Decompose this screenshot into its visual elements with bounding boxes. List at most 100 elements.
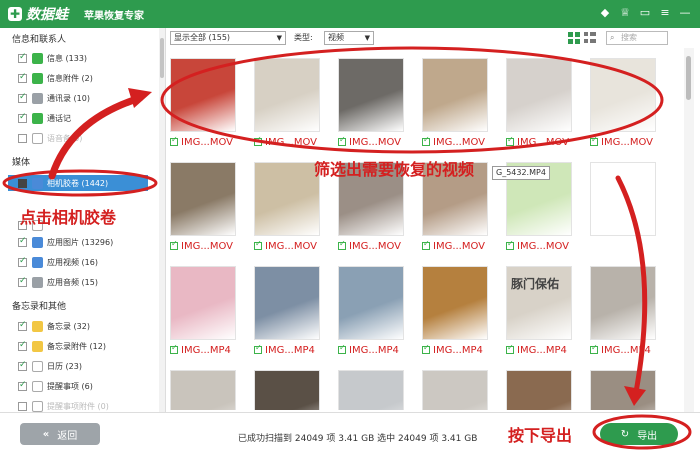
media-tile[interactable] [338, 370, 404, 410]
media-thumbnail[interactable] [170, 162, 236, 236]
checkbox[interactable] [18, 52, 27, 63]
list-view-icon[interactable] [584, 32, 596, 44]
export-button[interactable]: ↻ 导出 [600, 423, 678, 445]
media-thumbnail[interactable] [338, 266, 404, 340]
media-thumbnail[interactable] [338, 58, 404, 132]
checkbox[interactable] [18, 340, 27, 351]
media-tile[interactable]: IMG...MOV [338, 58, 404, 149]
diamond-icon[interactable]: ◆ [598, 6, 612, 20]
media-tile[interactable] [590, 370, 656, 410]
media-tile[interactable]: IMG...MOV [590, 58, 656, 149]
sidebar-item-app-videos[interactable]: 应用视频 (16) [18, 254, 98, 270]
media-tile[interactable] [506, 370, 572, 410]
checkbox[interactable] [590, 343, 598, 354]
checkbox[interactable] [18, 380, 27, 391]
media-thumbnail[interactable] [338, 370, 404, 410]
media-thumbnail[interactable] [422, 266, 488, 340]
media-thumbnail[interactable] [590, 162, 656, 236]
checkbox[interactable] [422, 343, 430, 354]
checkbox[interactable] [18, 401, 27, 411]
checkbox[interactable] [18, 72, 27, 83]
checkbox[interactable] [422, 239, 430, 250]
checkbox[interactable] [506, 343, 514, 354]
scroll-thumb[interactable] [160, 38, 164, 78]
checkbox[interactable] [506, 135, 514, 146]
media-thumbnail[interactable] [506, 58, 572, 132]
sidebar-item-reminders[interactable]: 提醒事项 (6) [18, 378, 93, 394]
checkbox[interactable] [18, 133, 27, 143]
media-thumbnail[interactable] [254, 58, 320, 132]
media-tile[interactable]: IMG...MOV [170, 162, 236, 253]
media-tile[interactable]: IMG...MP4 [254, 266, 320, 357]
media-tile[interactable] [422, 370, 488, 410]
shirt-icon[interactable]: ♕ [618, 6, 632, 20]
media-tile[interactable] [170, 370, 236, 410]
checkbox[interactable] [18, 236, 27, 247]
show-filter-select[interactable]: 显示全部 (155) ▼ [170, 31, 286, 45]
checkbox[interactable] [170, 343, 178, 354]
media-thumbnail[interactable] [590, 370, 656, 410]
sidebar-item-notes[interactable]: 备忘录 (32) [18, 318, 90, 334]
media-tile[interactable]: IMG...MOV [506, 58, 572, 149]
menu-icon[interactable]: ≡ [658, 6, 672, 20]
media-thumbnail[interactable] [254, 266, 320, 340]
checkbox[interactable] [18, 360, 27, 371]
checkbox[interactable] [18, 178, 27, 188]
back-button[interactable]: « 返回 [20, 423, 100, 445]
grid-scrollbar[interactable] [684, 48, 694, 412]
message-icon[interactable]: ▭ [638, 6, 652, 20]
checkbox[interactable] [18, 92, 27, 103]
checkbox[interactable] [338, 343, 346, 354]
sidebar-item-note-attachments[interactable]: 备忘录附件 (12) [18, 338, 106, 354]
checkbox[interactable] [338, 135, 346, 146]
sidebar-item-call-log[interactable]: 通话记 [18, 110, 71, 126]
media-tile[interactable]: IMG...MOV [422, 58, 488, 149]
sidebar-item-contacts[interactable]: 通讯录 (10) [18, 90, 90, 106]
minimize-icon[interactable]: — [678, 6, 692, 20]
sidebar-scrollbar[interactable] [159, 28, 165, 412]
media-thumbnail[interactable] [170, 266, 236, 340]
media-tile[interactable]: IMG...MP4 [170, 266, 236, 357]
sidebar-item-app-audio[interactable]: 应用音频 (15) [18, 274, 98, 290]
media-thumbnail[interactable] [170, 370, 236, 410]
checkbox[interactable] [18, 256, 27, 267]
media-thumbnail[interactable] [254, 370, 320, 410]
media-tile[interactable] [254, 370, 320, 410]
media-tile[interactable]: IMG...MOV [254, 162, 320, 253]
search-input[interactable]: ⌕ 搜索 [606, 31, 668, 45]
sidebar-item-message-attachments[interactable]: 信息附件 (2) [18, 70, 93, 86]
checkbox[interactable] [18, 112, 27, 123]
scroll-thumb[interactable] [686, 56, 691, 100]
sidebar-item-messages[interactable]: 信息 (133) [18, 50, 87, 66]
media-thumbnail[interactable] [254, 162, 320, 236]
media-thumbnail[interactable] [422, 58, 488, 132]
checkbox[interactable] [422, 135, 430, 146]
media-tile[interactable]: IMG...MOV [170, 58, 236, 149]
media-thumbnail[interactable]: 豚门保佑 [506, 266, 572, 340]
sidebar-item-reminder-attachments[interactable]: 提醒事项附件 (0) [18, 398, 109, 412]
checkbox[interactable] [590, 135, 598, 146]
grid-view-icon[interactable] [568, 32, 580, 44]
media-thumbnail[interactable] [590, 58, 656, 132]
media-tile[interactable]: IMG...MOV [254, 58, 320, 149]
media-tile[interactable]: IMG...MP4 [590, 266, 656, 357]
checkbox[interactable] [338, 239, 346, 250]
type-select[interactable]: 视频 ▼ [324, 31, 374, 45]
checkbox[interactable] [18, 276, 27, 287]
sidebar-item-app-photos[interactable]: 应用图片 (13296) [18, 234, 113, 250]
media-tile[interactable]: 豚门保佑 IMG...MP4 [506, 266, 572, 357]
checkbox[interactable] [254, 135, 262, 146]
media-tile[interactable]: IMG...MP4 [338, 266, 404, 357]
media-thumbnail[interactable] [590, 266, 656, 340]
sidebar-item-voicemail[interactable]: 语音备(0) [18, 130, 82, 146]
media-thumbnail[interactable] [506, 370, 572, 410]
checkbox[interactable] [254, 239, 262, 250]
checkbox[interactable] [18, 320, 27, 331]
media-tile[interactable]: IMG...MP4 [422, 266, 488, 357]
checkbox[interactable] [254, 343, 262, 354]
media-tile[interactable] [590, 162, 656, 236]
sidebar-item-calendar[interactable]: 日历 (23) [18, 358, 82, 374]
checkbox[interactable] [170, 135, 178, 146]
checkbox[interactable] [170, 239, 178, 250]
media-thumbnail[interactable] [170, 58, 236, 132]
